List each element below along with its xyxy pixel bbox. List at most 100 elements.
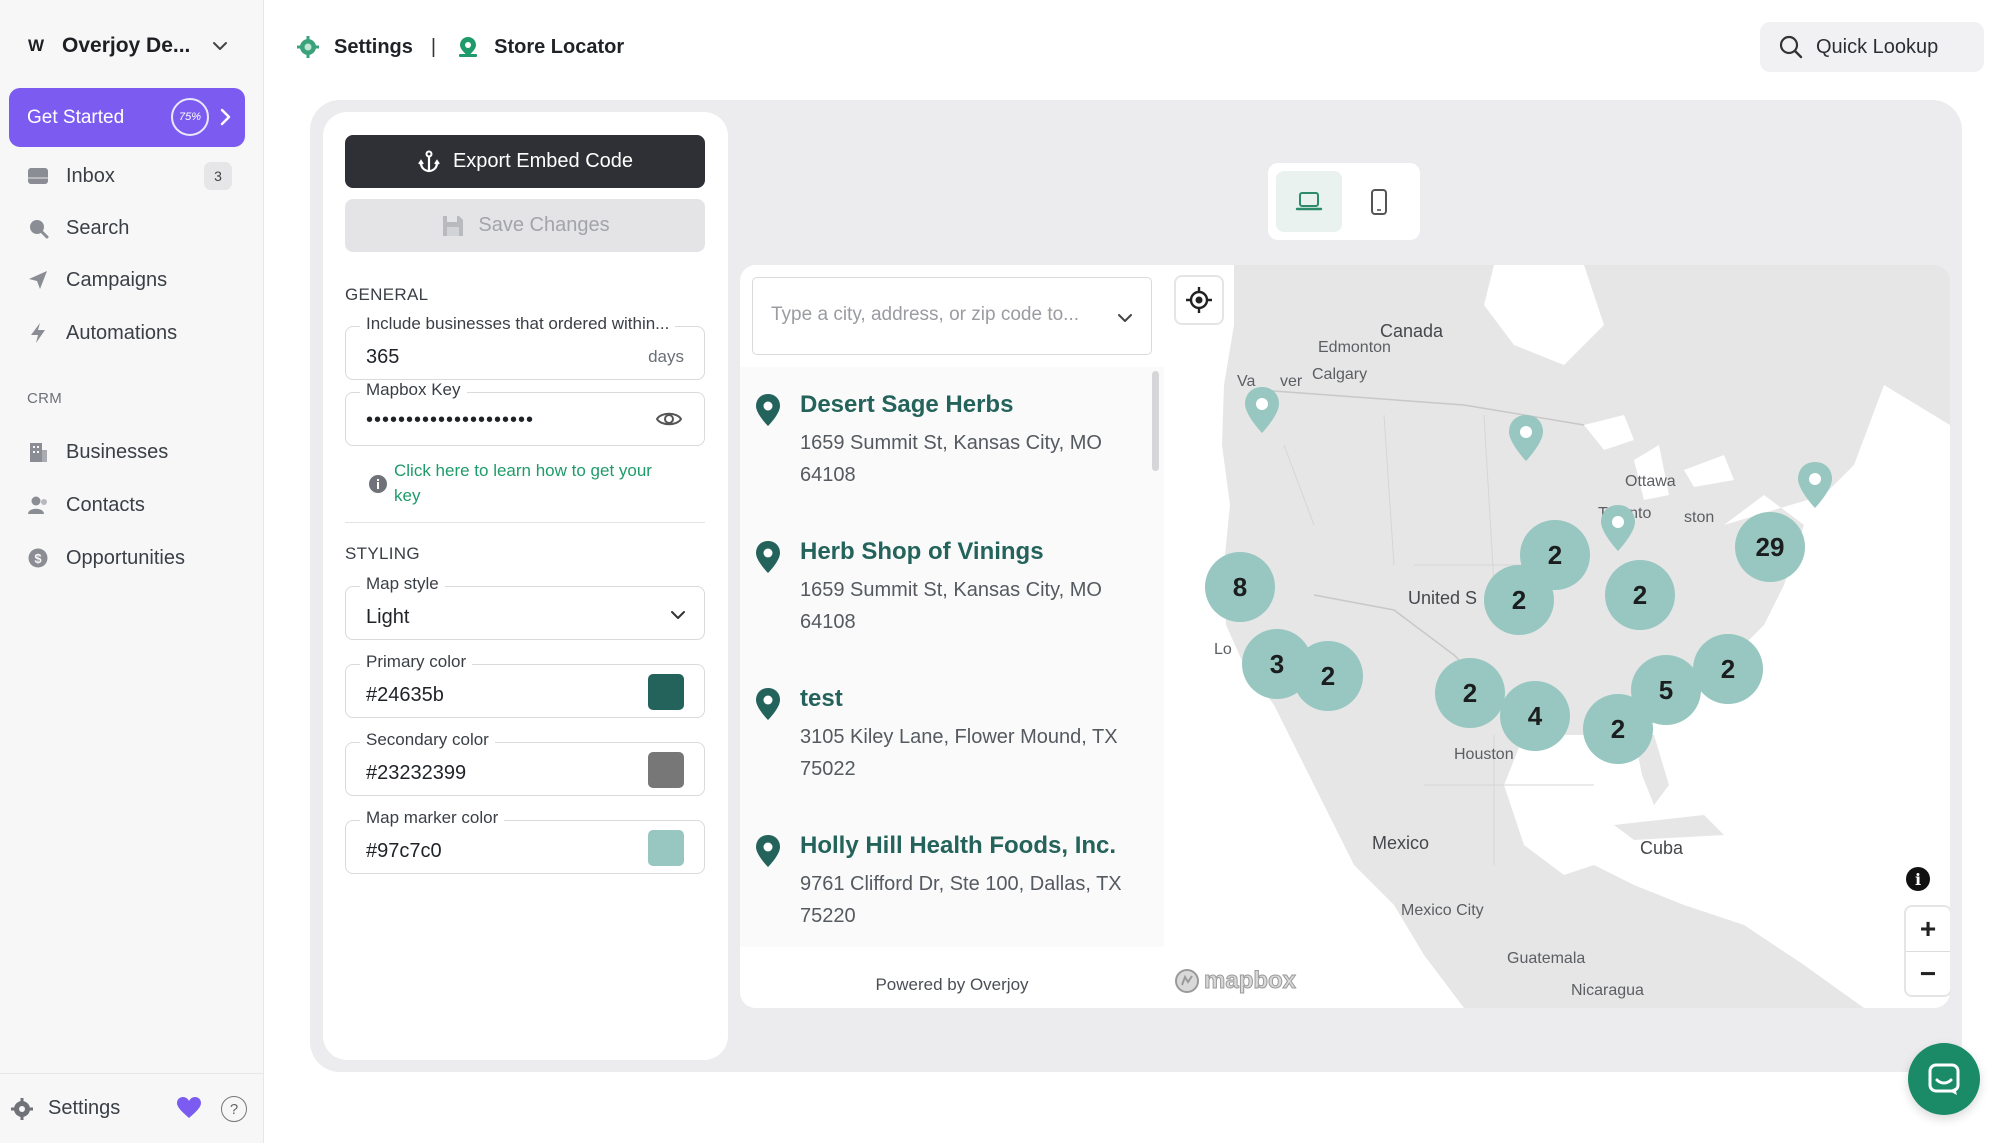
dollar-icon: $ bbox=[26, 546, 50, 570]
map-label: Mexico bbox=[1372, 833, 1430, 853]
settings-label: Settings bbox=[48, 1097, 121, 1119]
export-embed-code-button[interactable]: Export Embed Code bbox=[345, 135, 705, 188]
marker-color-value: #97c7c0 bbox=[366, 840, 442, 862]
gear-icon bbox=[297, 36, 319, 58]
sidebar-item-label: Contacts bbox=[66, 493, 145, 516]
mapbox-icon bbox=[1175, 969, 1199, 993]
sidebar-item-label: Automations bbox=[66, 321, 178, 344]
workspace-logo: W bbox=[27, 36, 45, 55]
breadcrumb-settings[interactable]: Settings bbox=[334, 36, 413, 59]
order-window-field[interactable]: Include businesses that ordered within..… bbox=[345, 314, 705, 380]
order-window-value: 365 bbox=[366, 346, 400, 368]
chevron-down-icon[interactable] bbox=[1115, 308, 1135, 328]
map-cluster[interactable]: 2 bbox=[1435, 658, 1505, 728]
sidebar-item-label: Campaigns bbox=[66, 268, 168, 291]
field-label: Include businesses that ordered within..… bbox=[360, 314, 676, 334]
zoom-in-button[interactable]: + bbox=[1906, 907, 1950, 951]
location-search-input[interactable] bbox=[771, 304, 1091, 326]
eye-icon[interactable] bbox=[656, 408, 682, 430]
secondary-color-field[interactable]: Secondary color #23232399 bbox=[345, 730, 705, 796]
sidebar-item-campaigns[interactable]: Campaigns bbox=[26, 263, 236, 297]
map-cluster[interactable]: 2 bbox=[1605, 560, 1675, 630]
map-label: Lo bbox=[1214, 641, 1232, 658]
map-label: ston bbox=[1684, 509, 1715, 526]
store-pin-icon bbox=[756, 688, 780, 720]
mapbox-wordmark: mapbox bbox=[1203, 967, 1297, 995]
geolocate-button[interactable] bbox=[1176, 277, 1222, 323]
map-style-value: Light bbox=[366, 606, 410, 628]
desktop-preview-button[interactable] bbox=[1276, 171, 1342, 232]
chevron-right-icon bbox=[220, 108, 231, 126]
map-marker-pin[interactable] bbox=[1242, 385, 1282, 435]
map-cluster[interactable]: 2 bbox=[1484, 565, 1554, 635]
store-name: Desert Sage Herbs bbox=[800, 391, 1014, 418]
zoom-out-button[interactable]: − bbox=[1906, 951, 1950, 995]
styling-heading: STYLING bbox=[345, 544, 420, 563]
mapbox-key-help-link[interactable]: Click here to learn how to get your key bbox=[368, 458, 678, 508]
map-cluster[interactable]: 2 bbox=[1693, 634, 1763, 704]
sidebar-item-label: Opportunities bbox=[66, 546, 185, 569]
map-pin-icon bbox=[459, 37, 478, 57]
sidebar-item-opportunities[interactable]: $ Opportunities bbox=[26, 541, 236, 575]
store-name: Herb Shop of Vinings bbox=[800, 538, 1044, 565]
search-icon bbox=[26, 216, 50, 240]
general-heading: GENERAL bbox=[345, 285, 429, 304]
field-label: Primary color bbox=[360, 652, 473, 672]
store-name: test bbox=[800, 685, 843, 712]
get-started-button[interactable]: Get Started 75% bbox=[9, 88, 245, 147]
map-label: Calgary bbox=[1312, 366, 1368, 383]
secondary-color-value: #23232399 bbox=[366, 762, 467, 784]
heart-icon[interactable] bbox=[176, 1096, 202, 1120]
store-address: 3105 Kiley Lane, Flower Mound, TX 75022 bbox=[800, 726, 1118, 780]
map-marker-pin[interactable] bbox=[1598, 503, 1638, 553]
marker-color-swatch[interactable] bbox=[648, 830, 684, 866]
map-cluster[interactable]: 5 bbox=[1631, 655, 1701, 725]
sidebar: W Overjoy De... Get Started 75% Inbox 3 … bbox=[0, 0, 264, 1143]
powered-by-label: Powered by Overjoy bbox=[875, 975, 1029, 994]
anchor-icon bbox=[418, 150, 440, 172]
sidebar-item-inbox[interactable]: Inbox 3 bbox=[26, 159, 236, 193]
map-marker-pin[interactable] bbox=[1795, 460, 1835, 510]
sidebar-item-businesses[interactable]: Businesses bbox=[26, 435, 236, 469]
crosshair-icon bbox=[1186, 287, 1212, 313]
map-style-select[interactable]: Map style Light bbox=[345, 574, 705, 640]
map-view[interactable]: Canada Edmonton Calgary Va ver Ottawa To… bbox=[1164, 265, 1950, 1008]
mapbox-logo[interactable]: mapbox bbox=[1174, 967, 1297, 995]
field-label: Mapbox Key bbox=[360, 380, 467, 400]
map-label: Edmonton bbox=[1318, 339, 1391, 356]
store-address: 1659 Summit St, Kansas City, MO 64108 bbox=[800, 579, 1102, 633]
save-changes-button[interactable]: Save Changes bbox=[345, 199, 705, 252]
sidebar-settings-link[interactable]: Settings bbox=[10, 1097, 120, 1121]
inbox-icon bbox=[26, 164, 50, 188]
bolt-icon bbox=[26, 321, 50, 345]
chevron-down-icon bbox=[671, 611, 685, 619]
building-icon bbox=[26, 440, 50, 464]
field-label: Secondary color bbox=[360, 730, 495, 750]
sidebar-item-contacts[interactable]: Contacts bbox=[26, 488, 236, 522]
location-search-combobox[interactable] bbox=[752, 277, 1152, 355]
primary-color-field[interactable]: Primary color #24635b bbox=[345, 652, 705, 718]
mapbox-key-field[interactable]: Mapbox Key ••••••••••••••••••••• bbox=[345, 380, 705, 446]
breadcrumb-separator: | bbox=[430, 35, 437, 58]
workspace-switcher[interactable]: W Overjoy De... bbox=[20, 28, 240, 64]
map-cluster[interactable]: 29 bbox=[1735, 512, 1805, 582]
quick-lookup-button[interactable]: Quick Lookup bbox=[1760, 22, 1984, 72]
mobile-preview-button[interactable] bbox=[1346, 171, 1412, 232]
sidebar-item-automations[interactable]: Automations bbox=[26, 316, 236, 350]
map-label: ver bbox=[1280, 373, 1303, 390]
map-cluster[interactable]: 2 bbox=[1293, 641, 1363, 711]
attribution-info-button[interactable]: i bbox=[1906, 867, 1930, 891]
chat-launcher-button[interactable] bbox=[1908, 1043, 1980, 1115]
marker-color-field[interactable]: Map marker color #97c7c0 bbox=[345, 808, 705, 874]
secondary-color-swatch[interactable] bbox=[648, 752, 684, 788]
map-marker-pin[interactable] bbox=[1506, 413, 1546, 463]
primary-color-swatch[interactable] bbox=[648, 674, 684, 710]
map-cluster[interactable]: 8 bbox=[1205, 552, 1275, 622]
sidebar-item-search[interactable]: Search bbox=[26, 211, 236, 245]
list-scrollbar[interactable] bbox=[1152, 371, 1159, 471]
store-list: Desert Sage Herbs 1659 Summit St, Kansas… bbox=[740, 367, 1164, 947]
help-link-text: Click here to learn how to get your key bbox=[394, 461, 652, 505]
search-icon bbox=[1779, 35, 1803, 59]
help-button[interactable]: ? bbox=[221, 1096, 247, 1122]
map-cluster[interactable]: 4 bbox=[1500, 681, 1570, 751]
